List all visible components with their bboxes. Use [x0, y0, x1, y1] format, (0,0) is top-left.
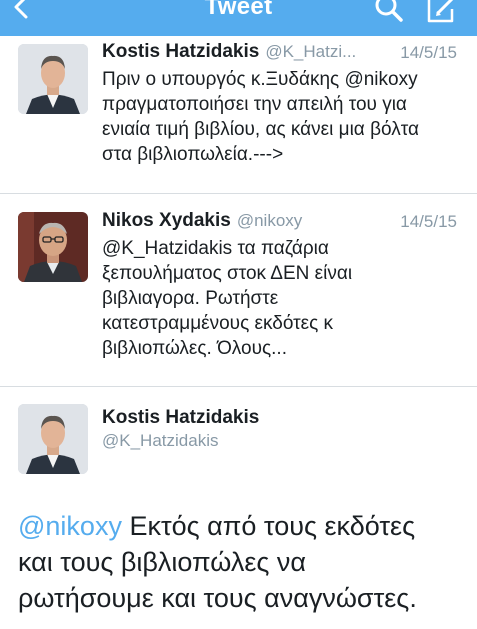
tweet-author-name[interactable]: Kostis Hatzidakis [102, 407, 259, 429]
nav-bar: Tweet [0, 0, 477, 36]
avatar[interactable] [18, 212, 88, 282]
mention-link[interactable]: @nikoxy [18, 511, 122, 541]
tweet-row[interactable]: Nikos Xydakis @nikoxy 14/5/15 @K_Hatzidak… [0, 194, 477, 387]
tweet-author-handle: @nikoxy [236, 211, 303, 230]
search-icon[interactable] [372, 0, 406, 25]
tweet-text-line: κατεστραμμένους εκδότες κ [102, 313, 334, 334]
tweet-text-line: στα βιβλιοπωλεία.---> [102, 144, 284, 165]
tweet-text-line: ξεπουλήματος στοκ ΔΕΝ είναι [102, 263, 353, 284]
tweet-text-line: βιβλιοπώλες. Όλους... [102, 338, 287, 359]
tweet-date: 14/5/15 [400, 43, 457, 62]
tweet-text-line: @nikoxy Εκτός από τους εκδότες [18, 508, 473, 544]
avatar[interactable] [18, 44, 88, 114]
tweet-text: Πριν ο υπουργός κ.Ξυδάκης @nikoxy πραγμα… [102, 67, 461, 167]
tweet-header: Kostis Hatzidakis @K_Hatzi... 14/5/15 [102, 41, 461, 65]
tweet-text-line: @K_Hatzidakis τα παζάρια [102, 238, 329, 259]
tweet-text-line: πραγματοποιήσει την απειλή του για [102, 94, 407, 115]
tweet-text-line: ενιαία τιμή βιβλίου, ας κάνει μια βόλτα [102, 119, 419, 140]
main-tweet-text: @nikoxy Εκτός από τους εκδότες και τους … [18, 508, 473, 616]
tweet-text-line: Πριν ο υπουργός κ.Ξυδάκης @nikoxy [102, 69, 418, 90]
tweet-text-line: βιβλιαγορα. Ρωτήστε [102, 288, 279, 309]
tweet-header: Nikos Xydakis @nikoxy 14/5/15 [102, 210, 461, 234]
tweet-text-line: και τους βιβλιοπώλες να [18, 547, 307, 577]
tweet-author-name[interactable]: Kostis Hatzidakis [102, 41, 259, 62]
tweet-author-name[interactable]: Nikos Xydakis [102, 210, 231, 231]
tweet-text-line: ρωτήσουμε και τους αναγνώστες. [18, 583, 417, 613]
tweet-author-handle: @K_Hatzi... [265, 42, 357, 61]
avatar[interactable] [18, 404, 88, 474]
tweet-text-segment: Εκτός από τους εκδότες [121, 511, 416, 541]
tweet-text: @K_Hatzidakis τα παζάρια ξεπουλήματος στ… [102, 236, 461, 361]
tweet-author-handle: @K_Hatzidakis [102, 431, 219, 450]
tweet-date: 14/5/15 [400, 212, 457, 231]
compose-icon[interactable] [426, 0, 460, 24]
main-tweet: Kostis Hatzidakis @K_Hatzidakis @nikoxy … [0, 387, 477, 629]
tweet-row[interactable]: Kostis Hatzidakis @K_Hatzi... 14/5/15 Πρι… [0, 36, 477, 194]
